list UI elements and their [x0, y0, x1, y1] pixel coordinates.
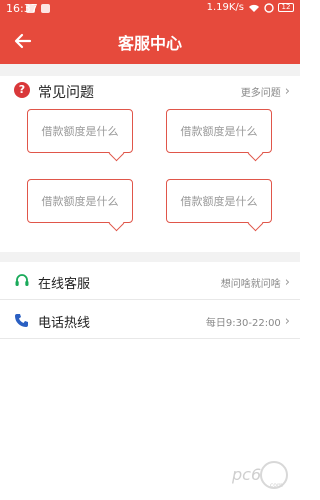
online-service-hint: 想问啥就问啥 › — [220, 274, 290, 291]
chevron-right-icon: › — [284, 83, 290, 99]
online-service-label: 在线客服 — [38, 277, 91, 292]
status-indicators: 1.19K/s 12 — [207, 2, 294, 13]
more-questions-link[interactable]: 更多问题 › — [240, 83, 290, 100]
section-divider — [0, 64, 300, 76]
watermark-logo: pc6 com — [226, 460, 292, 490]
svg-text:com: com — [270, 482, 283, 489]
faq-bubble[interactable]: 借款额度是什么 — [27, 109, 133, 153]
faq-bubble[interactable]: 借款额度是什么 — [166, 109, 272, 153]
headset-icon — [15, 274, 29, 286]
question-icon: ? — [14, 82, 30, 98]
faq-bubble[interactable]: 借款额度是什么 — [166, 179, 272, 223]
section-divider — [0, 252, 300, 262]
faq-title: 常见问题 — [38, 85, 94, 101]
network-speed: 1.19K/s — [206, 2, 244, 13]
phone-icon — [15, 314, 28, 327]
page-title: 客服中心 — [117, 34, 182, 53]
online-service-row[interactable]: 在线客服 想问啥就问啥 › — [0, 262, 300, 300]
nav-bar: 客服中心 — [0, 18, 300, 64]
notification-icons — [26, 4, 76, 14]
chevron-right-icon: › — [284, 274, 290, 290]
battery-icon: 12 — [278, 3, 294, 12]
status-bar: 16:37 1.19K/s 12 — [0, 0, 300, 18]
alarm-icon — [264, 2, 274, 13]
faq-bubble[interactable]: 借款额度是什么 — [27, 179, 133, 223]
chevron-right-icon: › — [284, 313, 290, 329]
phone-hotline-hint: 每日9:30-22:00 › — [205, 313, 290, 330]
wifi-icon — [249, 4, 259, 12]
svg-text:pc6: pc6 — [231, 465, 261, 484]
phone-hotline-row[interactable]: 电话热线 每日9:30-22:00 › — [0, 301, 300, 339]
faq-header: ? 常见问题 更多问题 › — [0, 76, 300, 104]
more-questions-label: 更多问题 — [240, 88, 281, 99]
phone-hotline-label: 电话热线 — [38, 316, 91, 331]
